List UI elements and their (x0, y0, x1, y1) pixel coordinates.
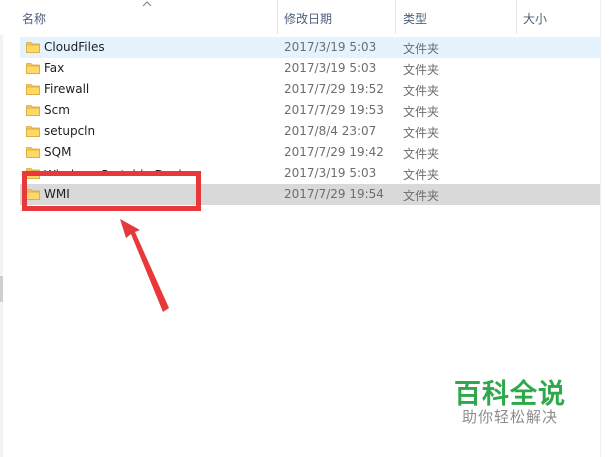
vertical-scrollbar[interactable] (600, 0, 613, 457)
file-modified-date: 2017/7/29 19:54 (284, 187, 384, 201)
folder-icon (26, 126, 40, 137)
folder-icon (26, 42, 40, 53)
file-modified-date: 2017/3/19 5:03 (284, 166, 377, 180)
file-row[interactable]: Fax 2017/3/19 5:03 文件夹 (20, 58, 600, 79)
file-modified-date: 2017/8/4 23:07 (284, 124, 377, 138)
annotation-arrow-shape (120, 219, 169, 312)
column-header-type[interactable]: 类型 (403, 10, 427, 27)
file-type: 文件夹 (403, 42, 440, 56)
file-type: 文件夹 (403, 105, 440, 119)
pane-splitter-handle[interactable] (0, 276, 3, 302)
file-name[interactable]: CloudFiles (44, 40, 105, 54)
file-type: 文件夹 (403, 147, 440, 161)
column-divider[interactable] (277, 0, 278, 34)
file-row[interactable]: Scm 2017/7/29 19:53 文件夹 (20, 100, 600, 121)
file-modified-date: 2017/7/29 19:42 (284, 145, 384, 159)
file-type: 文件夹 (403, 126, 440, 140)
column-divider[interactable] (516, 0, 517, 34)
file-modified-date: 2017/7/29 19:53 (284, 103, 384, 117)
scrollbar-edge (600, 0, 601, 457)
file-row[interactable]: Firewall 2017/7/29 19:52 文件夹 (20, 79, 600, 100)
watermark-subtitle: 助你轻松解决 (462, 408, 559, 426)
file-name[interactable]: Scm (44, 103, 70, 117)
folder-icon (26, 105, 40, 116)
file-name[interactable]: Fax (44, 61, 64, 75)
column-header-name[interactable]: 名称 (22, 10, 46, 27)
column-divider[interactable] (395, 0, 396, 34)
file-modified-date: 2017/3/19 5:03 (284, 61, 377, 75)
column-header-date[interactable]: 修改日期 (284, 10, 332, 27)
file-row[interactable]: setupcln 2017/8/4 23:07 文件夹 (20, 121, 600, 142)
file-row[interactable]: SQM 2017/7/29 19:42 文件夹 (20, 142, 600, 163)
file-modified-date: 2017/3/19 5:03 (284, 40, 377, 54)
file-type: 文件夹 (403, 168, 440, 182)
folder-icon (26, 147, 40, 158)
file-type: 文件夹 (403, 189, 440, 203)
column-header-size[interactable]: 大小 (523, 10, 547, 27)
file-name[interactable]: SQM (44, 145, 71, 159)
file-name[interactable]: setupcln (44, 124, 95, 138)
folder-icon (26, 63, 40, 74)
column-header-bar: 名称 修改日期 类型 大小 (0, 0, 600, 35)
file-type: 文件夹 (403, 63, 440, 77)
annotation-highlight-box (22, 171, 201, 211)
navigation-pane-edge[interactable] (0, 0, 3, 457)
folder-icon (26, 84, 40, 95)
file-type: 文件夹 (403, 84, 440, 98)
sort-ascending-icon (142, 1, 152, 7)
file-name[interactable]: Firewall (44, 82, 89, 96)
file-explorer-window: 名称 修改日期 类型 大小 CloudFiles 2017/3/19 5:03 文件… (0, 0, 613, 457)
file-modified-date: 2017/7/29 19:52 (284, 82, 384, 96)
file-row[interactable]: CloudFiles 2017/3/19 5:03 文件夹 (20, 37, 600, 58)
